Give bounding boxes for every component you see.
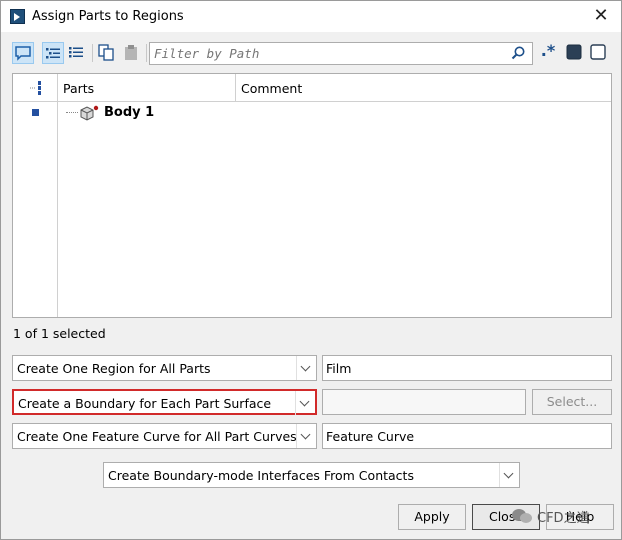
app-logo-icon	[10, 9, 25, 24]
selection-column	[13, 102, 58, 317]
feature-curve-name-input[interactable]: Feature Curve	[322, 423, 612, 449]
select-button[interactable]: Select...	[532, 389, 612, 415]
feature-mode-value: Create One Feature Curve for All Part Cu…	[17, 429, 297, 444]
search-icon[interactable]	[510, 45, 526, 61]
column-options-header[interactable]	[13, 74, 58, 102]
clipboard-icon	[125, 45, 137, 60]
copy-button[interactable]	[96, 42, 118, 64]
chevron-down-icon	[499, 463, 519, 487]
filter-box	[149, 42, 533, 65]
part-name: Body 1	[104, 105, 155, 120]
window-title: Assign Parts to Regions	[32, 9, 184, 24]
filled-square-icon	[566, 44, 582, 60]
chevron-down-icon	[296, 356, 316, 380]
boundary-name-input[interactable]	[322, 389, 526, 415]
empty-square-icon	[590, 44, 606, 60]
boundary-mode-select[interactable]: Create a Boundary for Each Part Surface	[12, 389, 317, 415]
toolbar-separator	[92, 44, 93, 62]
tree-list-icon	[46, 48, 60, 59]
feature-curve-mode-select[interactable]: Create One Feature Curve for All Part Cu…	[12, 423, 317, 449]
select-all-button[interactable]	[564, 42, 586, 64]
watermark-text: CFD之道	[537, 510, 590, 526]
watermark: CFD之道	[511, 504, 590, 528]
interface-mode-value: Create Boundary-mode Interfaces From Con…	[108, 468, 414, 483]
tree-view-button[interactable]	[42, 42, 64, 64]
feature-name-value: Feature Curve	[326, 429, 415, 444]
region-mode-select[interactable]: Create One Region for All Parts	[12, 355, 317, 381]
boundary-mode-value: Create a Boundary for Each Part Surface	[18, 396, 272, 411]
apply-button[interactable]: Apply	[398, 504, 466, 530]
selection-count: 1 of 1 selected	[13, 326, 106, 341]
deselect-all-button[interactable]	[588, 42, 610, 64]
column-header-parts[interactable]: Parts	[58, 74, 236, 102]
parts-tree: Parts Comment Body 1	[12, 73, 612, 318]
row-selected-marker[interactable]	[32, 109, 39, 116]
copy-icon	[98, 44, 114, 61]
region-mode-value: Create One Region for All Parts	[17, 361, 211, 376]
chevron-down-icon	[296, 424, 316, 448]
paste-button[interactable]	[121, 42, 143, 64]
comment-view-button[interactable]	[12, 42, 34, 64]
column-chooser-icon	[30, 81, 41, 95]
chevron-down-icon	[295, 391, 315, 415]
close-window-icon[interactable]: ✕	[591, 6, 611, 26]
region-name-input[interactable]: Film	[322, 355, 612, 381]
title-bar: Assign Parts to Regions ✕	[1, 1, 621, 32]
list-icon	[69, 47, 83, 58]
assign-parts-dialog: Assign Parts to Regions ✕ Filter by Path…	[0, 0, 622, 540]
tree-header: Parts Comment	[13, 74, 611, 102]
chat-logo-icon	[512, 509, 532, 523]
filter-input[interactable]	[150, 43, 490, 64]
interface-mode-select[interactable]: Create Boundary-mode Interfaces From Con…	[103, 462, 520, 488]
speech-bubble-icon	[15, 46, 31, 61]
tree-connector	[66, 112, 78, 113]
tree-row[interactable]: Body 1	[58, 102, 611, 124]
body-part-icon	[80, 105, 99, 121]
region-name-value: Film	[326, 361, 352, 376]
column-header-comment[interactable]: Comment	[236, 74, 611, 102]
toolbar: .*	[1, 39, 621, 69]
flat-list-button[interactable]	[66, 42, 88, 64]
toolbar-separator	[146, 44, 147, 62]
regex-toggle-button[interactable]: .*	[537, 42, 559, 64]
